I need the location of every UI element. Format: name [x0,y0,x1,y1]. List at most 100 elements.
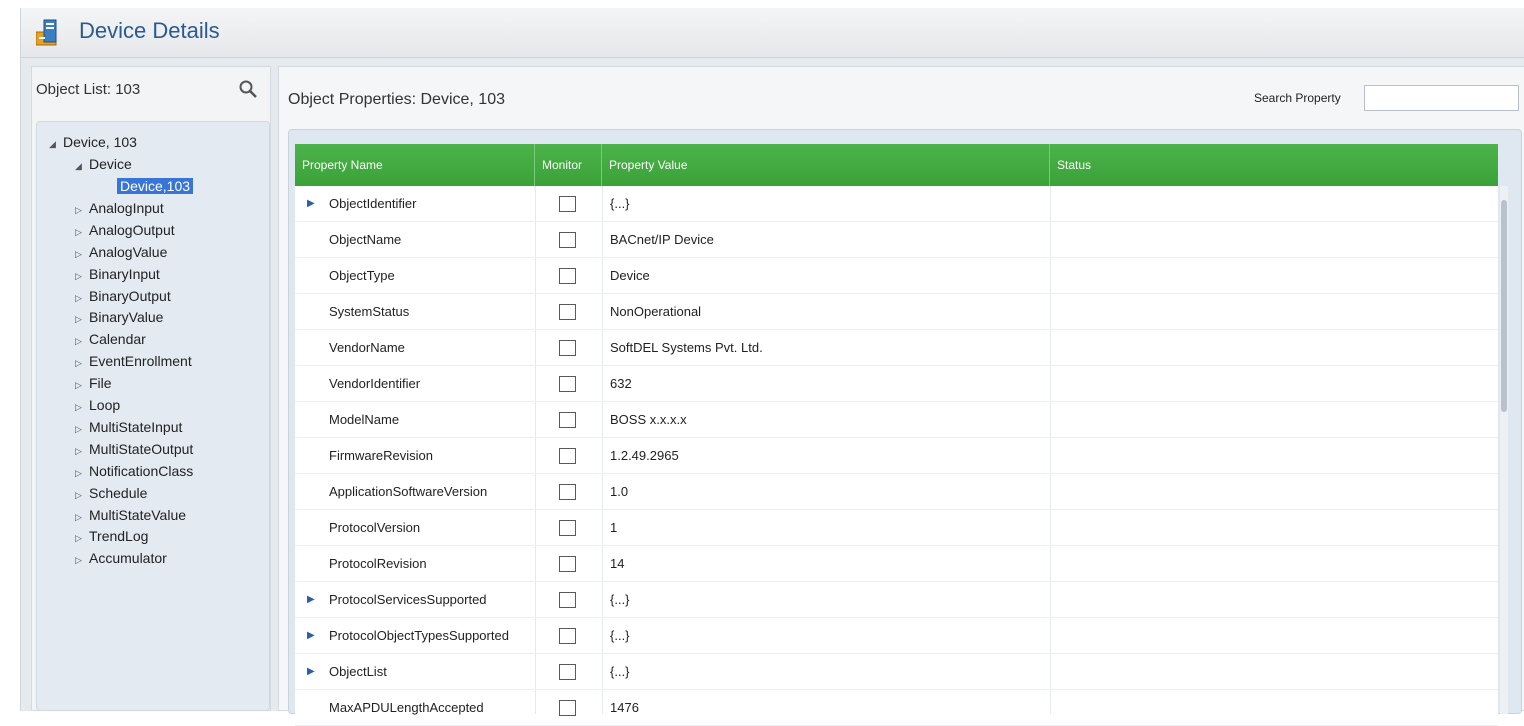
status-cell [1058,366,1488,402]
table-row[interactable]: MaxAPDULengthAccepted 1476 [295,690,1498,726]
tree-node[interactable]: ▷ Calendar [75,331,146,349]
table-row[interactable]: ▶ ObjectIdentifier {...} [295,186,1498,222]
collapsed-arrow-icon[interactable]: ▷ [75,202,89,219]
tree-node[interactable]: ◢ Device, 103 [49,134,137,152]
collapsed-arrow-icon[interactable]: ▷ [75,355,89,372]
status-cell [1058,654,1488,690]
status-cell [1058,510,1488,546]
collapsed-arrow-icon[interactable]: ▷ [75,509,89,526]
monitor-checkbox[interactable] [559,592,576,608]
collapsed-arrow-icon[interactable]: ▷ [75,443,89,460]
monitor-checkbox[interactable] [559,700,576,716]
tree-node[interactable]: ▷ File [75,375,112,393]
tree-node-label: EventEnrollment [89,353,192,370]
expand-arrow-icon[interactable]: ▶ [307,618,315,653]
collapsed-arrow-icon[interactable]: ▷ [75,246,89,263]
monitor-checkbox[interactable] [559,448,576,464]
monitor-checkbox[interactable] [559,196,576,212]
table-row[interactable]: ObjectName BACnet/IP Device [295,222,1498,258]
collapsed-arrow-icon[interactable]: ▷ [75,530,89,547]
table-row[interactable]: FirmwareRevision 1.2.49.2965 [295,438,1498,474]
tree-node[interactable]: ▷ NotificationClass [75,463,193,481]
collapsed-arrow-icon[interactable]: ▷ [75,552,89,569]
column-header-property-name[interactable]: Property Name [295,144,535,186]
expand-arrow-icon[interactable]: ▶ [307,186,315,221]
collapsed-arrow-icon[interactable]: ▷ [75,377,89,394]
monitor-checkbox[interactable] [559,340,576,356]
monitor-checkbox[interactable] [559,628,576,644]
collapsed-arrow-icon[interactable]: ▷ [75,399,89,416]
expanded-arrow-icon[interactable]: ◢ [49,136,63,153]
monitor-checkbox[interactable] [559,664,576,680]
tree-node[interactable]: ▷ Accumulator [75,550,167,568]
table-row[interactable]: ObjectType Device [295,258,1498,294]
tree-node[interactable]: ▷ BinaryOutput [75,288,171,306]
tree-node[interactable]: Device,103 [117,178,194,196]
collapsed-arrow-icon[interactable]: ▷ [75,333,89,350]
expand-arrow-icon[interactable]: ▶ [307,582,315,617]
search-property-input[interactable] [1364,85,1519,111]
collapsed-arrow-icon[interactable]: ▷ [75,465,89,482]
window-title: Device Details [79,18,220,43]
table-row[interactable]: SystemStatus NonOperational [295,294,1498,330]
tree-node[interactable]: ▷ MultiStateValue [75,507,186,525]
tree-node[interactable]: ▷ BinaryInput [75,266,160,284]
monitor-checkbox[interactable] [559,376,576,392]
table-row[interactable]: ▶ ProtocolServicesSupported {...} [295,582,1498,618]
property-value-cell: {...} [610,592,630,607]
monitor-checkbox[interactable] [559,484,576,500]
monitor-checkbox[interactable] [559,412,576,428]
table-row[interactable]: VendorIdentifier 632 [295,366,1498,402]
grid-scrollbar[interactable] [1500,186,1508,714]
object-tree: ◢ Device, 103 ◢ Device Device,103 ▷ AnalogInpu… [36,121,270,711]
table-row[interactable]: ProtocolVersion 1 [295,510,1498,546]
status-cell [1058,294,1488,330]
table-row[interactable]: VendorName SoftDEL Systems Pvt. Ltd. [295,330,1498,366]
collapsed-arrow-icon[interactable]: ▷ [75,290,89,307]
collapsed-arrow-icon[interactable]: ▷ [75,421,89,438]
tree-node[interactable]: ▷ BinaryValue [75,309,163,327]
tree-node[interactable]: ▷ Schedule [75,485,147,503]
table-row[interactable]: ▶ ObjectList {...} [295,654,1498,690]
collapsed-arrow-icon[interactable]: ▷ [75,311,89,328]
table-row[interactable]: ProtocolRevision 14 [295,546,1498,582]
monitor-checkbox[interactable] [559,304,576,320]
tree-node-label: AnalogValue [89,243,168,260]
collapsed-arrow-icon[interactable]: ▷ [75,224,89,241]
property-value-cell: {...} [610,196,630,211]
tree-node[interactable]: ▷ TrendLog [75,528,148,546]
column-header-monitor[interactable]: Monitor [535,144,602,186]
property-value-cell: {...} [610,664,630,679]
tree-node-label: BinaryOutput [89,287,171,304]
search-icon[interactable] [238,79,258,99]
table-row[interactable]: ▶ ProtocolObjectTypesSupported {...} [295,618,1498,654]
status-cell [1058,546,1488,582]
tree-node[interactable]: ▷ AnalogInput [75,200,164,218]
column-header-status[interactable]: Status [1050,144,1498,186]
column-header-property-value[interactable]: Property Value [602,144,1050,186]
monitor-checkbox[interactable] [559,520,576,536]
table-row[interactable]: ApplicationSoftwareVersion 1.0 [295,474,1498,510]
status-cell [1058,402,1488,438]
tree-node[interactable]: ▷ Loop [75,397,120,415]
tree-node[interactable]: ▷ AnalogValue [75,244,167,262]
tree-node[interactable]: ▷ MultiStateOutput [75,441,193,459]
expanded-arrow-icon[interactable]: ◢ [75,158,89,175]
property-value-cell: {...} [610,628,630,643]
monitor-checkbox[interactable] [559,268,576,284]
table-row[interactable]: ModelName BOSS x.x.x.x [295,402,1498,438]
tree-node[interactable]: ▷ AnalogOutput [75,222,175,240]
object-properties-panel: Object Properties: Device, 103 Search Pr… [278,66,1524,726]
collapsed-arrow-icon[interactable]: ▷ [75,487,89,504]
monitor-checkbox[interactable] [559,232,576,248]
grid-scroll-thumb[interactable] [1501,200,1507,412]
property-value-cell: 14 [610,556,625,571]
expand-arrow-icon[interactable]: ▶ [307,654,315,689]
tree-node[interactable]: ▷ MultiStateInput [75,419,182,437]
collapsed-arrow-icon[interactable]: ▷ [75,268,89,285]
tree-node-label: NotificationClass [89,462,194,479]
tree-node-label: AnalogInput [89,199,164,216]
tree-node[interactable]: ▷ EventEnrollment [75,353,192,371]
tree-node[interactable]: ◢ Device [75,156,132,174]
monitor-checkbox[interactable] [559,556,576,572]
